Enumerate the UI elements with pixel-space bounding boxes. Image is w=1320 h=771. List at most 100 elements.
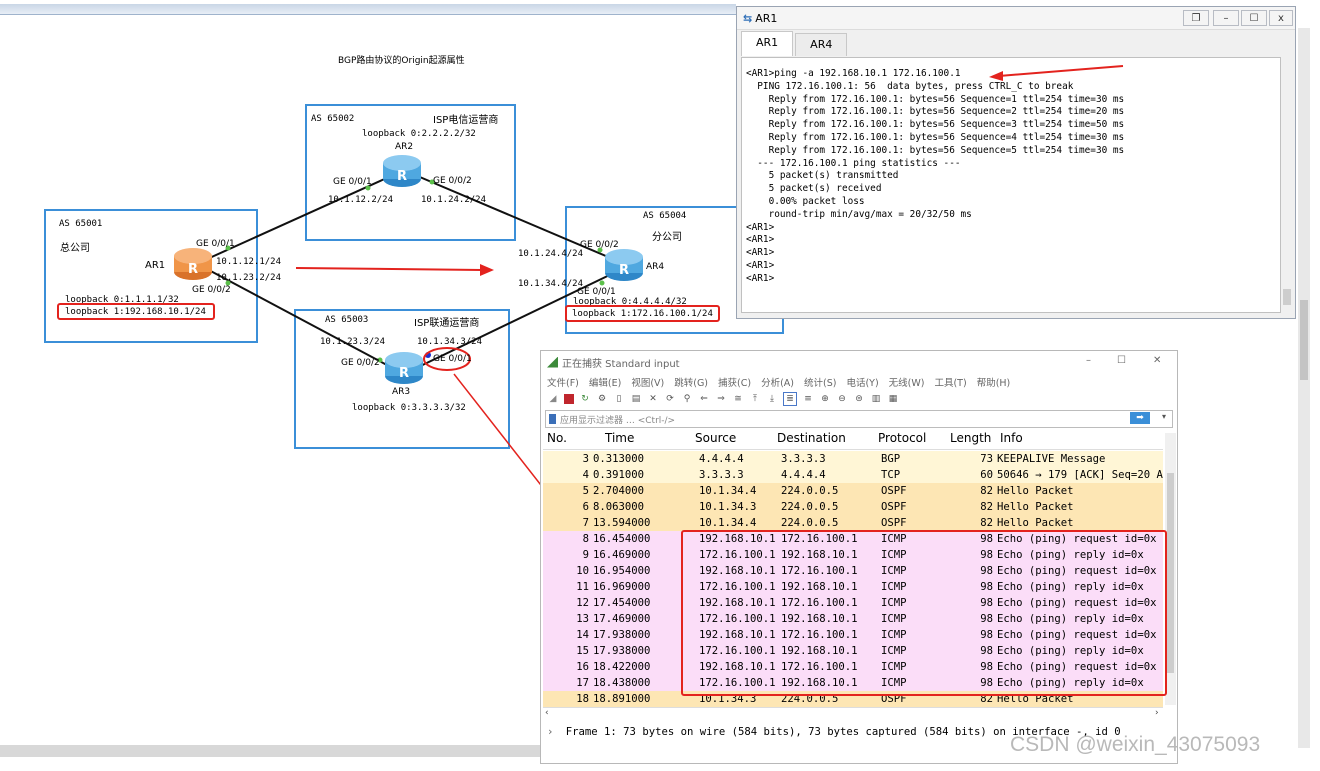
packet-row[interactable]: 4 0.391000 3.3.3.3 4.4.4.4 TCP 60 50646 → 179 …	[543, 467, 1163, 483]
first-packet-icon[interactable]: ⤒	[749, 393, 761, 405]
close-file-icon[interactable]: ✕	[647, 393, 659, 405]
packet-list-header: No. Time Source Destination Protocol Len…	[543, 431, 1163, 450]
options-gear-icon[interactable]: ⚙	[596, 393, 608, 405]
apply-filter-arrow-icon[interactable]: ➡	[1130, 412, 1150, 424]
packet-row[interactable]: 7 13.594000 10.1.34.4 224.0.0.5 OSPF 82 Hello …	[543, 515, 1163, 531]
display-filter-input[interactable]: 应用显示过滤器 … <Ctrl-/> ➡ ▾	[545, 410, 1173, 428]
tab-ar1[interactable]: AR1	[741, 31, 794, 56]
menu-view[interactable]: 视图(V)	[631, 375, 664, 389]
packet-row[interactable]: 5 2.704000 10.1.34.4 224.0.0.5 OSPF 82 Hello P…	[543, 483, 1163, 499]
resize-columns-icon[interactable]: ▥	[870, 393, 882, 405]
packet-time: 0.391000	[593, 469, 645, 481]
wireshark-titlebar[interactable]: 正在捕获 Standard input – ☐ ✕	[541, 351, 1177, 373]
ar1-loopback1-highlight	[57, 303, 215, 320]
ar1-ge002-label: GE 0/0/2	[192, 285, 231, 295]
terminal-line: 5 packet(s) received	[746, 183, 882, 195]
fin-start-icon[interactable]: ◢	[547, 393, 559, 405]
bookmark-icon[interactable]	[549, 414, 556, 424]
terminal-titlebar[interactable]: ⇆ AR1	[737, 7, 1295, 30]
bottom-scrollbar[interactable]	[0, 745, 540, 757]
router-ar1-icon[interactable]: R	[172, 246, 214, 282]
filter-placeholder: 应用显示过滤器 … <Ctrl-/>	[560, 415, 676, 426]
packet-destination: 3.3.3.3	[781, 453, 826, 465]
packet-source: 3.3.3.3	[699, 469, 744, 481]
menu-capture[interactable]: 捕获(C)	[718, 375, 751, 389]
forward-arrow-icon[interactable]: ⇒	[715, 393, 727, 405]
col-info[interactable]: Info	[1000, 431, 1023, 449]
menu-tools[interactable]: 工具(T)	[934, 375, 966, 389]
col-protocol[interactable]: Protocol	[878, 431, 950, 449]
terminal-scroll-thumb[interactable]	[1283, 289, 1291, 305]
open-file-icon[interactable]: ▯	[613, 393, 625, 405]
menu-help[interactable]: 帮助(H)	[977, 375, 1011, 389]
maximize-button[interactable]: ☐	[1241, 10, 1267, 26]
col-no[interactable]: No.	[543, 431, 605, 449]
close-button[interactable]: x	[1269, 10, 1293, 26]
expand-arrow-icon[interactable]: ›	[547, 726, 553, 738]
router-ar4-icon[interactable]: R	[603, 247, 645, 283]
colorize-icon[interactable]: ≡	[802, 393, 814, 405]
ws-close-button[interactable]: ✕	[1153, 355, 1161, 366]
icmp-rows-highlight	[681, 530, 1167, 696]
col-destination[interactable]: Destination	[777, 431, 878, 449]
menu-go[interactable]: 跳转(G)	[674, 375, 708, 389]
packet-time: 13.594000	[593, 517, 651, 529]
packet-list-hscroll[interactable]: ‹ ›	[543, 707, 1163, 722]
terminal-line: <AR1>	[746, 234, 775, 246]
layout-icon[interactable]: ▦	[887, 393, 899, 405]
zoom-out-icon[interactable]: ⊖	[836, 393, 848, 405]
menu-telephony[interactable]: 电话(Y)	[846, 375, 878, 389]
reload-icon[interactable]: ⟳	[664, 393, 676, 405]
minimize-button[interactable]: –	[1213, 10, 1239, 26]
terminal-scrollbar[interactable]	[1281, 59, 1293, 311]
restore-icon[interactable]: ❐	[1183, 10, 1209, 26]
menu-edit[interactable]: 编辑(E)	[589, 375, 621, 389]
zoom-reset-icon[interactable]: ⊜	[853, 393, 865, 405]
router-ar2-icon[interactable]: R	[381, 153, 423, 189]
menu-analyze[interactable]: 分析(A)	[761, 375, 794, 389]
packet-no: 3	[582, 453, 589, 465]
last-packet-icon[interactable]: ⤓	[766, 393, 778, 405]
filter-dropdown-icon[interactable]: ▾	[1162, 412, 1166, 421]
packet-destination: 224.0.0.5	[781, 501, 839, 513]
packet-source: 4.4.4.4	[699, 453, 744, 465]
packet-info: Hello Packet	[997, 517, 1074, 529]
scroll-left-icon[interactable]: ‹	[545, 708, 549, 718]
stop-icon[interactable]	[564, 394, 574, 404]
menu-file[interactable]: 文件(F)	[547, 375, 579, 389]
ws-minimize-button[interactable]: –	[1086, 355, 1091, 366]
tab-ar4[interactable]: AR4	[795, 33, 848, 56]
col-length[interactable]: Length	[950, 431, 1000, 449]
menu-wireless[interactable]: 无线(W)	[889, 375, 925, 389]
router-ar3-icon[interactable]: R	[383, 350, 425, 386]
packet-list-scroll-thumb[interactable]	[1167, 473, 1174, 673]
find-icon[interactable]: ⚲	[681, 393, 693, 405]
zoom-in-icon[interactable]: ⊕	[819, 393, 831, 405]
ar3-ip2-label: 10.1.34.3/24	[417, 337, 483, 347]
scroll-right-icon[interactable]: ›	[1155, 708, 1159, 718]
ar2-ge002-label: GE 0/0/2	[433, 176, 472, 186]
menu-statistics[interactable]: 统计(S)	[804, 375, 836, 389]
col-time[interactable]: Time	[605, 431, 695, 449]
terminal-line: 0.00% packet loss	[746, 195, 865, 207]
right-scrollbar[interactable]	[1298, 28, 1310, 748]
save-icon[interactable]: ▤	[630, 393, 642, 405]
goto-icon[interactable]: ≅	[732, 393, 744, 405]
col-source[interactable]: Source	[695, 431, 777, 449]
packet-destination: 224.0.0.5	[781, 517, 839, 529]
terminal-line: Reply from 172.16.100.1: bytes=56 Sequen…	[746, 144, 1125, 156]
terminal-output[interactable]: <AR1>ping -a 192.168.10.1 172.16.100.1 P…	[741, 57, 1281, 313]
wireshark-menubar: 文件(F) 编辑(E) 视图(V) 跳转(G) 捕获(C) 分析(A) 统计(S…	[541, 373, 1177, 390]
restart-icon[interactable]: ↻	[579, 393, 591, 405]
ws-maximize-button[interactable]: ☐	[1117, 355, 1126, 366]
autoscroll-icon[interactable]: ≣	[783, 392, 797, 406]
packet-protocol: TCP	[881, 469, 901, 481]
packet-row[interactable]: 6 8.063000 10.1.34.3 224.0.0.5 OSPF 82 Hello P…	[543, 499, 1163, 515]
router-ar4-label: AR4	[646, 262, 665, 272]
right-scroll-thumb[interactable]	[1300, 300, 1308, 380]
back-arrow-icon[interactable]: ⇐	[698, 393, 710, 405]
watermark: CSDN @weixin_43075093	[1010, 733, 1261, 756]
wireshark-title: 正在捕获 Standard input	[562, 358, 680, 370]
packet-protocol: OSPF	[881, 485, 907, 497]
packet-row[interactable]: 3 0.313000 4.4.4.4 3.3.3.3 BGP 73 KEEPALIVE Me…	[543, 451, 1163, 467]
